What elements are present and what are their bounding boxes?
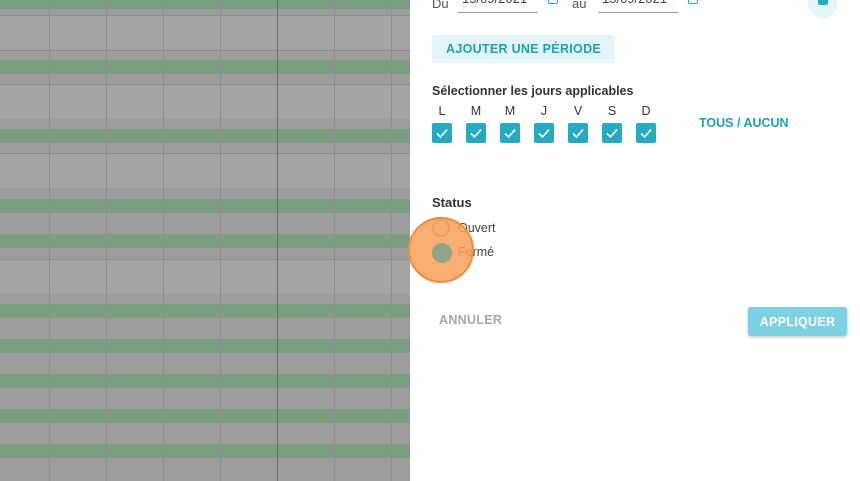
cancel-button[interactable]: ANNULER xyxy=(439,313,502,327)
backdrop-row xyxy=(0,60,410,74)
backdrop-column-line xyxy=(49,0,50,481)
add-period-button[interactable]: AJOUTER UNE PÉRIODE xyxy=(432,35,616,63)
check-icon xyxy=(470,128,482,139)
day-checkbox[interactable] xyxy=(500,123,520,143)
day-tuesday: M xyxy=(466,104,500,143)
backdrop-row xyxy=(0,129,410,143)
check-icon xyxy=(436,128,448,139)
backdrop-divider xyxy=(0,50,410,51)
day-thursday: J xyxy=(534,104,568,143)
delete-period-button[interactable] xyxy=(808,0,838,18)
backdrop-row xyxy=(0,339,410,353)
day-letter: M xyxy=(504,104,516,118)
calendar-icon[interactable] xyxy=(548,0,558,4)
day-monday: L xyxy=(432,104,466,143)
day-letter: S xyxy=(607,104,617,118)
all-none-toggle-button[interactable]: TOUS / AUCUN xyxy=(699,116,789,130)
backdrop-row xyxy=(0,154,410,188)
day-wednesday: M xyxy=(500,104,534,143)
check-icon xyxy=(504,128,516,139)
backdrop-row xyxy=(0,374,410,388)
day-checkbox[interactable] xyxy=(568,123,588,143)
day-checkbox[interactable] xyxy=(432,123,452,143)
day-checkbox[interactable] xyxy=(636,123,656,143)
calendar-backdrop xyxy=(0,0,410,481)
backdrop-row xyxy=(0,0,410,9)
backdrop-row xyxy=(0,304,410,318)
from-label: Du xyxy=(432,0,449,11)
backdrop-row xyxy=(0,199,410,213)
check-icon xyxy=(538,128,550,139)
check-icon xyxy=(640,128,652,139)
day-friday: V xyxy=(568,104,602,143)
calendar-icon[interactable] xyxy=(688,0,698,4)
backdrop-row xyxy=(0,85,410,119)
touch-indicator-center xyxy=(432,243,452,263)
backdrop-row xyxy=(0,444,410,458)
trash-icon xyxy=(818,0,828,5)
day-letter: M xyxy=(470,104,482,118)
backdrop-column-line xyxy=(106,0,107,481)
day-letter: L xyxy=(438,104,446,118)
day-letter: V xyxy=(573,104,583,118)
status-section-title: Status xyxy=(432,195,472,210)
backdrop-row xyxy=(0,409,410,423)
day-checkbox[interactable] xyxy=(466,123,486,143)
day-sunday: D xyxy=(636,104,670,143)
backdrop-row xyxy=(0,234,410,248)
day-checkbox[interactable] xyxy=(602,123,622,143)
backdrop-row xyxy=(0,16,410,50)
days-section-title: Sélectionner les jours applicables xyxy=(432,84,634,98)
backdrop-column-line xyxy=(163,0,164,481)
period-settings-panel: Du 15/09/2021 au 15/09/2021 AJOUTER UNE … xyxy=(410,0,860,481)
day-checkbox[interactable] xyxy=(534,123,554,143)
backdrop-column-line xyxy=(334,0,335,481)
backdrop-row xyxy=(0,260,410,294)
backdrop-column-line xyxy=(277,0,278,481)
date-range-row: Du 15/09/2021 au 15/09/2021 xyxy=(432,0,712,14)
to-label: au xyxy=(572,0,587,11)
day-letter: J xyxy=(540,104,548,118)
day-selector: L M M J V S D xyxy=(432,104,670,143)
check-icon xyxy=(572,128,584,139)
day-letter: D xyxy=(641,104,651,118)
check-icon xyxy=(606,128,618,139)
from-date-input[interactable]: 15/09/2021 xyxy=(458,0,538,13)
backdrop-column-line xyxy=(391,0,392,481)
apply-button[interactable]: APPLIQUER xyxy=(748,307,847,336)
backdrop-column-line xyxy=(220,0,221,481)
to-date-input[interactable]: 15/09/2021 xyxy=(598,0,678,13)
day-saturday: S xyxy=(602,104,636,143)
